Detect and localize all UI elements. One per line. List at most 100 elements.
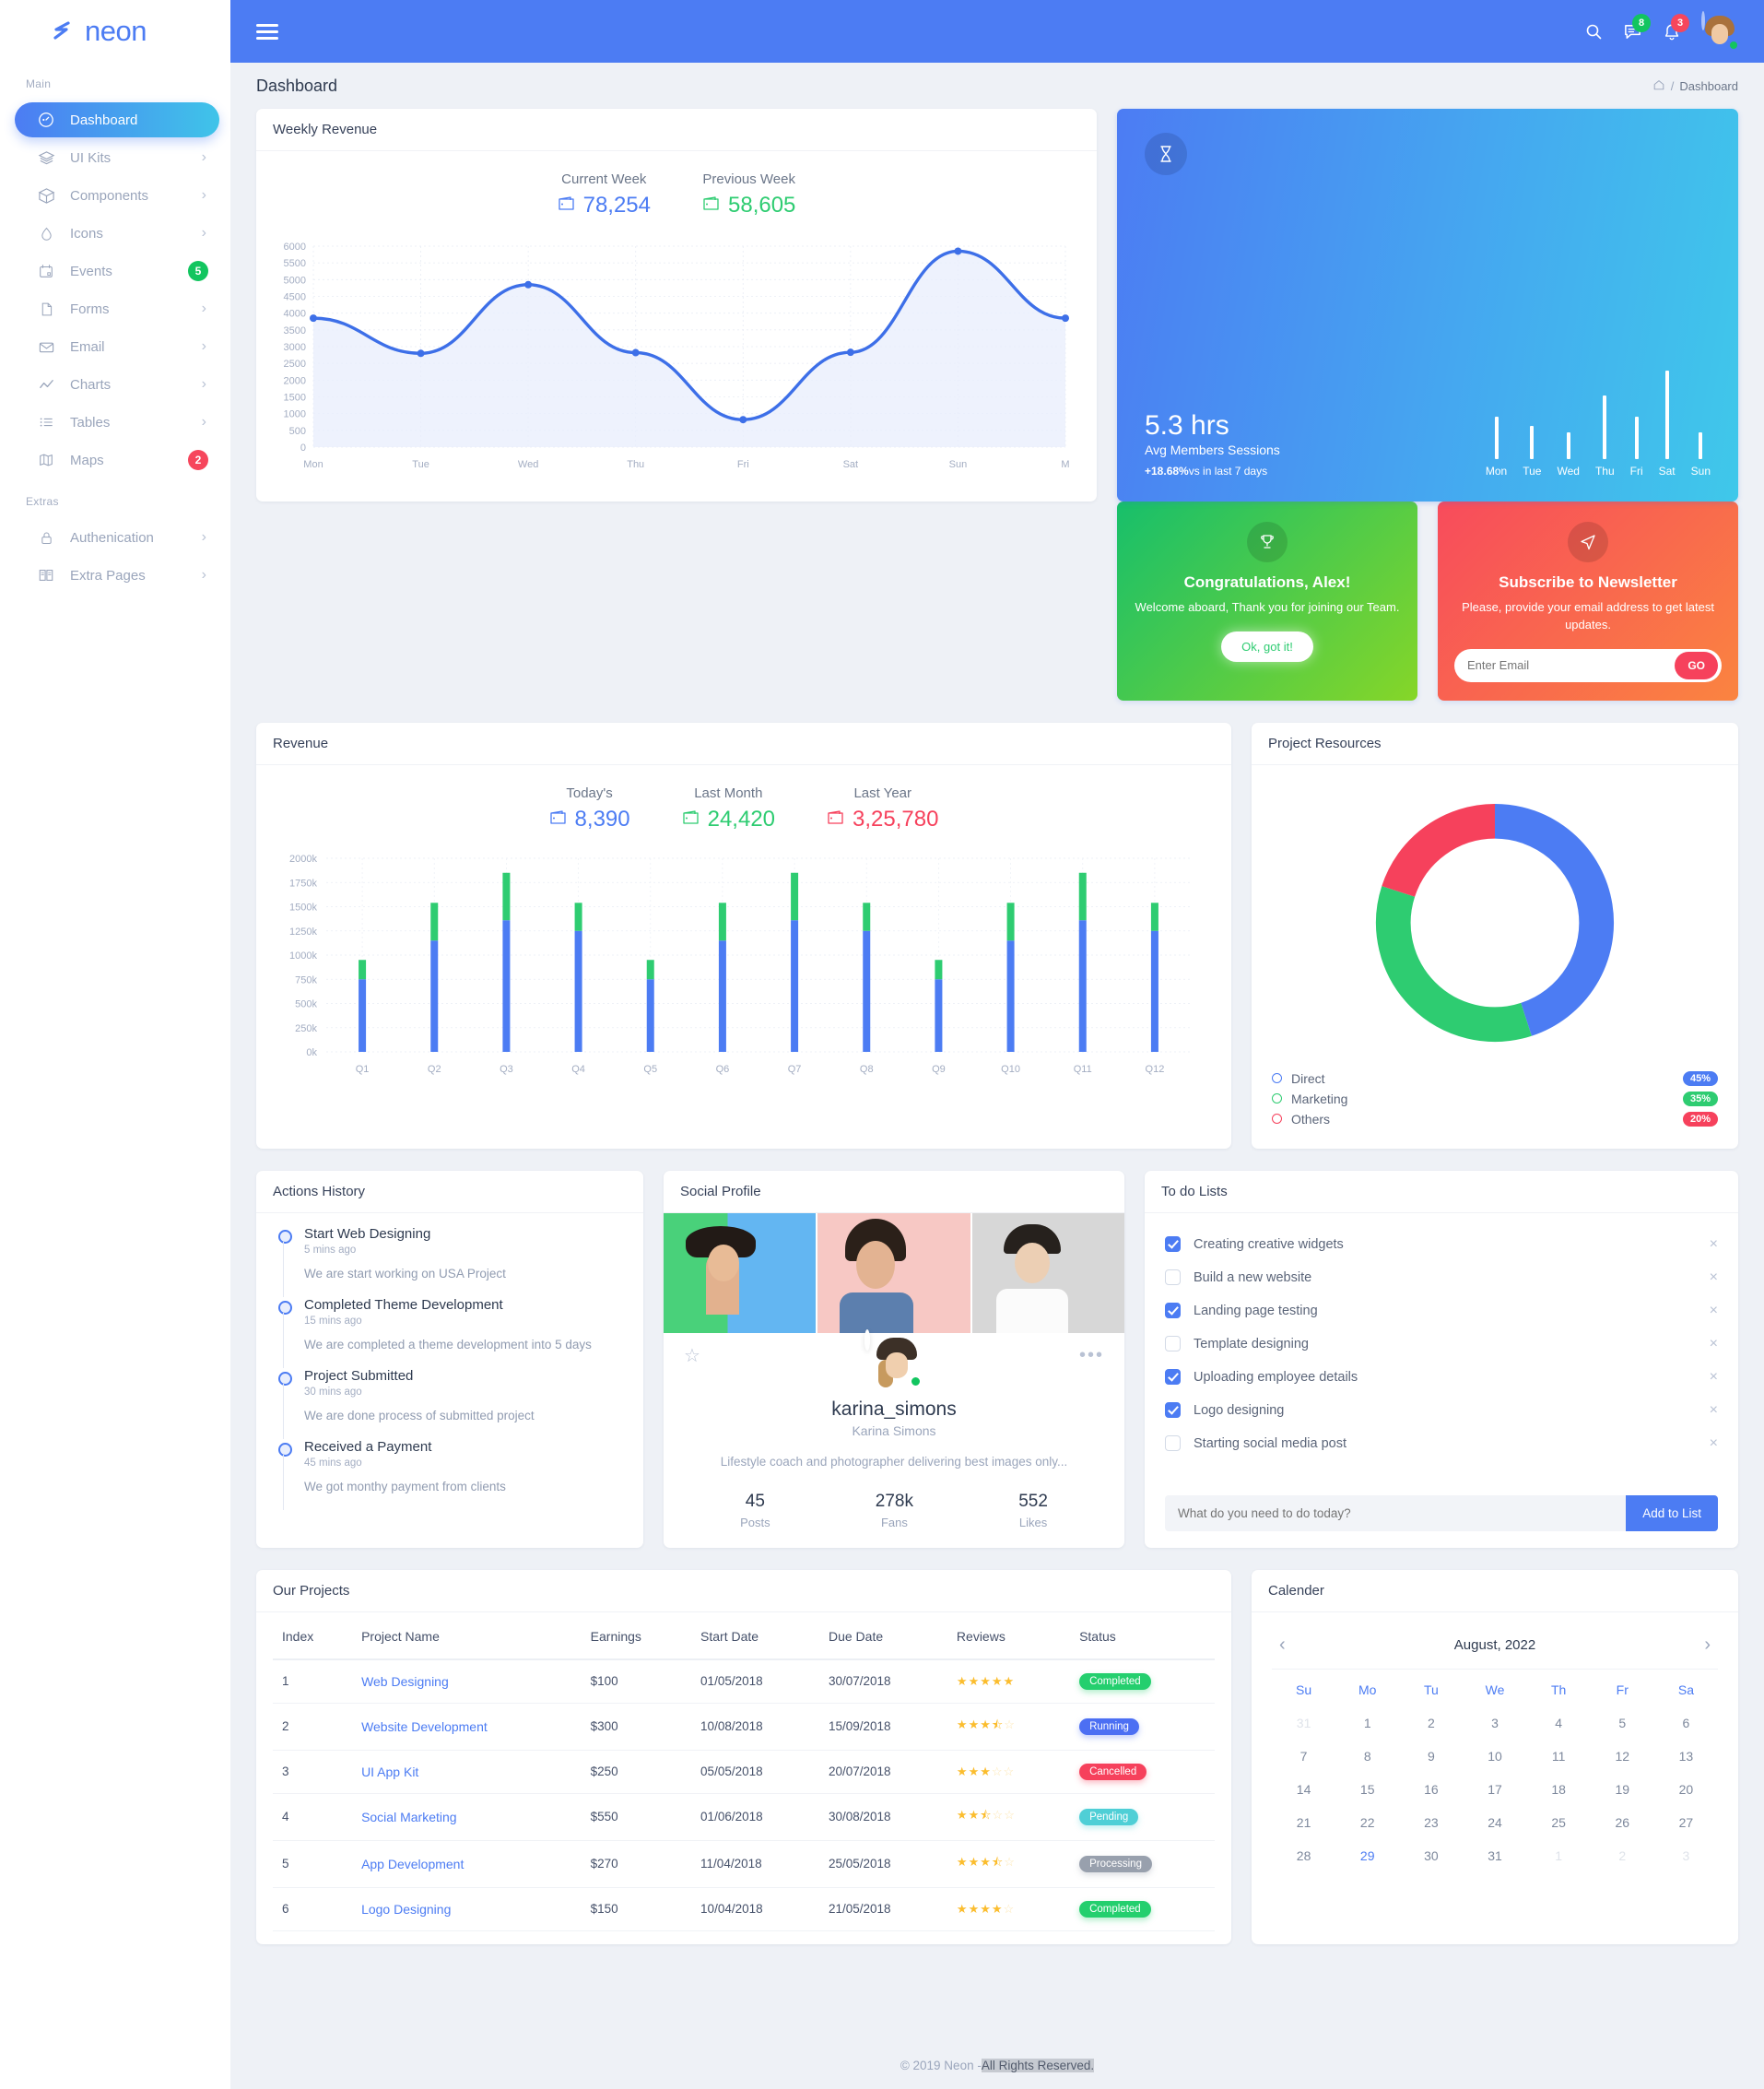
calendar-day[interactable]: 17 — [1463, 1773, 1526, 1806]
cell-earnings: $100 — [581, 1658, 692, 1704]
calendar-day[interactable]: 7 — [1272, 1740, 1335, 1773]
calendar-day[interactable]: 24 — [1463, 1806, 1526, 1839]
calendar-day[interactable]: 12 — [1591, 1740, 1654, 1773]
todo-checkbox[interactable] — [1165, 1402, 1181, 1419]
sidebar-item-events[interactable]: Events 5 — [15, 254, 219, 289]
close-icon[interactable]: × — [1700, 1236, 1718, 1253]
calendar-day[interactable]: 3 — [1654, 1839, 1718, 1872]
chat-icon[interactable]: 8 — [1623, 13, 1651, 41]
revenue-kpis: Today's 8,390 Last Month 24,420 Last Yea… — [256, 765, 1231, 842]
calendar-day[interactable]: 2 — [1399, 1706, 1463, 1740]
chevron-right-icon[interactable]: › — [1699, 1635, 1716, 1656]
sidebar-item-forms[interactable]: Forms › — [15, 291, 219, 326]
calendar-day[interactable]: 16 — [1399, 1773, 1463, 1806]
calendar-day[interactable]: 27 — [1654, 1806, 1718, 1839]
calendar-day[interactable]: 21 — [1272, 1806, 1335, 1839]
profile-avatar[interactable] — [864, 1328, 923, 1391]
calendar-day[interactable]: 25 — [1527, 1806, 1591, 1839]
todo-checkbox[interactable] — [1165, 1269, 1181, 1286]
sidebar-item-charts[interactable]: Charts › — [15, 367, 219, 402]
svg-text:Q12: Q12 — [1146, 1064, 1165, 1075]
calendar-day[interactable]: 9 — [1399, 1740, 1463, 1773]
calendar-day[interactable]: 22 — [1335, 1806, 1399, 1839]
profile-photo-2[interactable] — [817, 1212, 970, 1333]
sidebar-item-authenication[interactable]: Authenication › — [15, 520, 219, 555]
newsletter-go-button[interactable]: GO — [1675, 651, 1718, 679]
calendar-dow: Fr — [1616, 1682, 1629, 1697]
bell-icon[interactable]: 3 — [1663, 13, 1689, 41]
calendar-day[interactable]: 28 — [1272, 1839, 1335, 1872]
home-icon[interactable] — [1652, 78, 1665, 94]
todo-checkbox[interactable] — [1165, 1236, 1181, 1253]
profile-photo-3[interactable] — [971, 1212, 1124, 1333]
calendar-day[interactable]: 31 — [1463, 1839, 1526, 1872]
close-icon[interactable]: × — [1700, 1336, 1718, 1352]
sidebar-item-email[interactable]: Email › — [15, 329, 219, 364]
calendar-day[interactable]: 4 — [1527, 1706, 1591, 1740]
search-icon[interactable] — [1584, 22, 1603, 41]
close-icon[interactable]: × — [1700, 1303, 1718, 1319]
calendar-day[interactable]: 1 — [1335, 1706, 1399, 1740]
projects-table: Index Project Name Earnings Start Date Due D… — [273, 1613, 1215, 1931]
calendar-day[interactable]: 15 — [1335, 1773, 1399, 1806]
calendar-day[interactable]: 18 — [1527, 1773, 1591, 1806]
sidebar-item-ui-kits[interactable]: UI Kits › — [15, 140, 219, 175]
calendar-day[interactable]: 26 — [1591, 1806, 1654, 1839]
sidebar-item-tables[interactable]: Tables › — [15, 405, 219, 440]
todo-checkbox[interactable] — [1165, 1303, 1181, 1319]
brand-logo[interactable]: neon — [0, 0, 230, 63]
sidebar-item-components[interactable]: Components › — [15, 178, 219, 213]
calendar-day[interactable]: 1 — [1527, 1839, 1591, 1872]
sidebar-item-extra-pages[interactable]: Extra Pages › — [15, 558, 219, 593]
sidebar-item-icons[interactable]: Icons › — [15, 216, 219, 251]
todo-checkbox[interactable] — [1165, 1369, 1181, 1386]
project-link[interactable]: Social Marketing — [361, 1810, 457, 1824]
project-link[interactable]: Web Designing — [361, 1674, 449, 1689]
project-link[interactable]: Logo Designing — [361, 1902, 451, 1917]
close-icon[interactable]: × — [1700, 1435, 1718, 1452]
page-header: Dashboard / Dashboard — [230, 63, 1764, 109]
project-link[interactable]: App Development — [361, 1857, 464, 1871]
close-icon[interactable]: × — [1700, 1369, 1718, 1386]
calendar-day[interactable]: 30 — [1399, 1839, 1463, 1872]
online-status-dot — [1728, 40, 1739, 51]
calendar-day[interactable]: 6 — [1654, 1706, 1718, 1740]
calendar-day[interactable]: 20 — [1654, 1773, 1718, 1806]
bar — [1530, 425, 1535, 459]
add-to-list-button[interactable]: Add to List — [1626, 1494, 1718, 1531]
chevron-right-icon: › — [201, 338, 206, 354]
calendar-day[interactable]: 29 — [1335, 1839, 1399, 1872]
dashboard-content: Weekly Revenue Current Week 78,254 Previ… — [230, 109, 1764, 2041]
calendar-day[interactable]: 3 — [1463, 1706, 1526, 1740]
sidebar-item-maps[interactable]: Maps 2 — [15, 443, 219, 478]
calendar-day[interactable]: 31 — [1272, 1706, 1335, 1740]
kpi-label: Last Year — [853, 785, 911, 801]
calendar-day[interactable]: 13 — [1654, 1740, 1718, 1773]
calendar-day[interactable]: 14 — [1272, 1773, 1335, 1806]
ellipsis-icon[interactable]: ••• — [1079, 1345, 1104, 1366]
todo-checkbox[interactable] — [1165, 1336, 1181, 1352]
stat-label: Fans — [880, 1515, 908, 1529]
project-link[interactable]: Website Development — [361, 1719, 488, 1734]
sidebar-item-dashboard[interactable]: Dashboard — [15, 102, 219, 137]
profile-photo-1[interactable] — [664, 1212, 817, 1333]
calendar-day[interactable]: 5 — [1591, 1706, 1654, 1740]
calendar-day[interactable]: 8 — [1335, 1740, 1399, 1773]
chevron-left-icon[interactable]: ‹ — [1274, 1635, 1291, 1656]
table-row: 6 Logo Designing $150 10/04/2018 21/05/2… — [273, 1887, 1215, 1931]
avatar[interactable] — [1701, 11, 1739, 51]
todo-checkbox[interactable] — [1165, 1435, 1181, 1452]
ok-got-it-button[interactable]: Ok, got it! — [1221, 631, 1313, 662]
close-icon[interactable]: × — [1700, 1402, 1718, 1419]
calendar-day[interactable]: 2 — [1591, 1839, 1654, 1872]
calendar-day[interactable]: 23 — [1399, 1806, 1463, 1839]
star-outline-icon[interactable]: ☆ — [684, 1344, 700, 1367]
calendar-day[interactable]: 19 — [1591, 1773, 1654, 1806]
todo-input[interactable] — [1165, 1494, 1627, 1531]
project-link[interactable]: UI App Kit — [361, 1764, 418, 1779]
close-icon[interactable]: × — [1700, 1269, 1718, 1286]
hamburger-icon[interactable] — [256, 20, 278, 43]
calendar-day[interactable]: 11 — [1527, 1740, 1591, 1773]
email-input[interactable] — [1467, 658, 1676, 673]
calendar-day[interactable]: 10 — [1463, 1740, 1526, 1773]
